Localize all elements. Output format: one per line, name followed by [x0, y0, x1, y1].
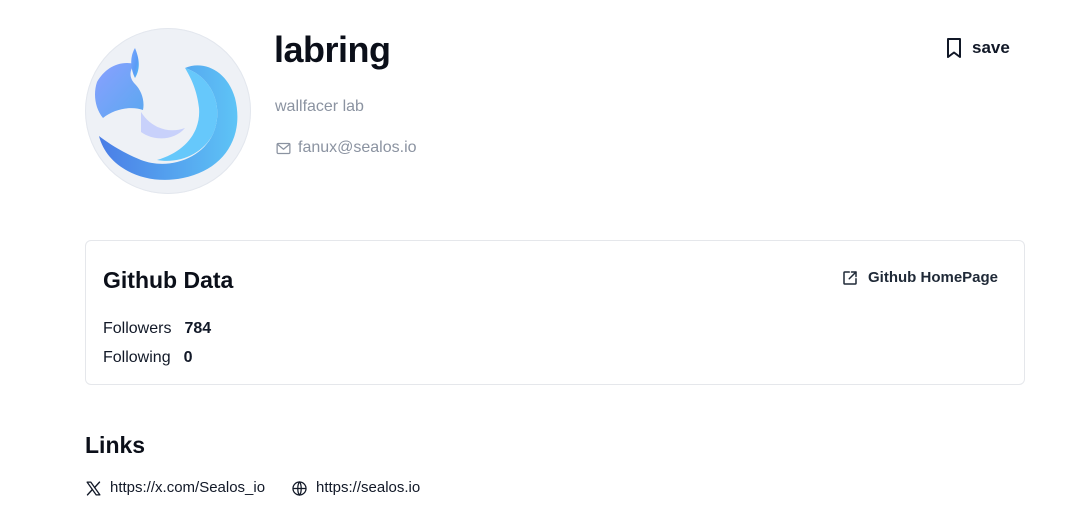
x-logo-icon: [86, 480, 101, 496]
external-link-icon: [843, 271, 857, 285]
links-heading: Links: [85, 432, 146, 458]
organization-name: wallfacer lab: [275, 98, 364, 115]
save-label: save: [972, 38, 1010, 57]
mail-icon: [276, 142, 291, 154]
followers-count: 784: [184, 320, 212, 337]
followers-label: Followers: [103, 320, 172, 337]
bookmark-icon: [947, 38, 961, 58]
following-label: Following: [103, 349, 171, 366]
email-text: fanux@sealos.io: [298, 139, 417, 156]
following-stat: Following 0: [103, 348, 193, 368]
github-homepage-label: Github HomePage: [868, 269, 999, 286]
sealos-logo-icon: [95, 48, 238, 180]
email-row: fanux@sealos.io: [275, 138, 417, 158]
globe-icon: [292, 480, 307, 496]
avatar: [85, 28, 251, 194]
github-data-title: Github Data: [103, 267, 234, 293]
link-x-url: https://x.com/Sealos_io: [110, 479, 266, 496]
github-data-card: Github Data Github HomePage Followers 78…: [85, 240, 1025, 385]
link-x[interactable]: https://x.com/Sealos_io: [85, 478, 265, 498]
profile-page: labring wallfacer lab fanux@sealos.io sa…: [0, 0, 1080, 511]
save-button[interactable]: save: [944, 36, 1010, 60]
github-homepage-link[interactable]: Github HomePage: [841, 268, 998, 288]
link-website-url: https://sealos.io: [316, 479, 421, 496]
profile-name: labring: [274, 29, 391, 70]
following-count: 0: [183, 349, 193, 366]
link-website[interactable]: https://sealos.io: [291, 478, 420, 498]
followers-stat: Followers 784: [103, 319, 211, 339]
